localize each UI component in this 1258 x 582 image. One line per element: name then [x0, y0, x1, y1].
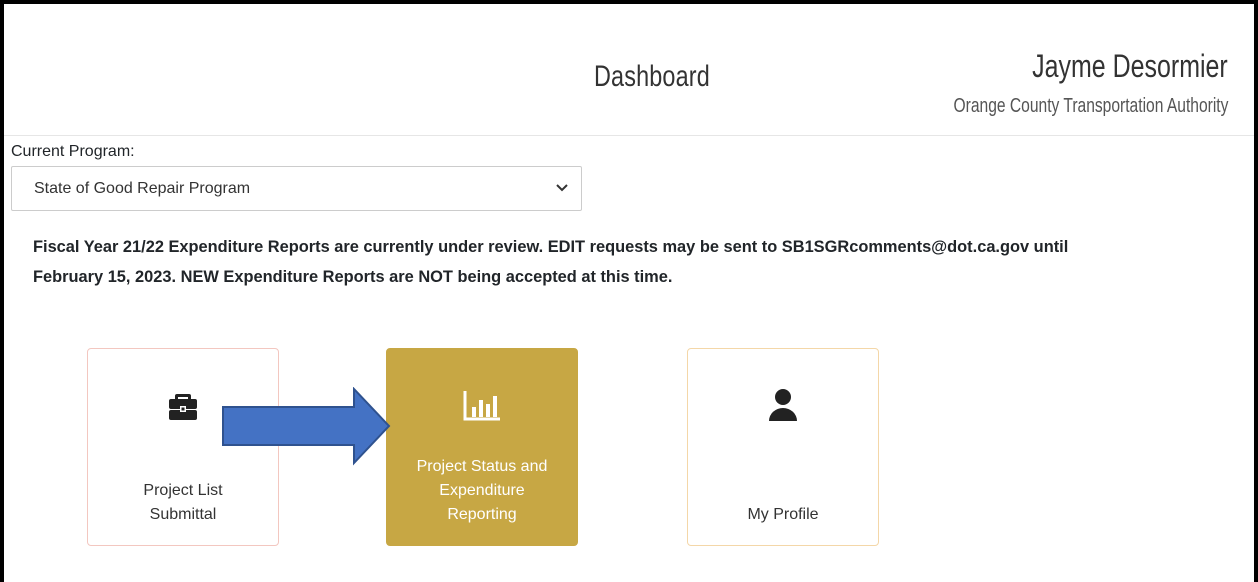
tile-label: Project Status and Expenditure Reporting: [416, 458, 548, 523]
user-icon: [688, 385, 878, 425]
page-header: Dashboard Jayme Desormier Orange County …: [4, 4, 1254, 136]
my-profile-tile[interactable]: My Profile: [687, 348, 879, 546]
project-status-expenditure-tile[interactable]: Project Status and Expenditure Reporting: [386, 348, 578, 546]
annotation-arrow: [222, 387, 391, 466]
user-organization: Orange County Transportation Authority: [953, 95, 1228, 117]
tile-label: Project List Submittal: [143, 482, 223, 523]
current-program-label: Current Program:: [11, 143, 135, 160]
page-title: Dashboard: [594, 60, 710, 93]
program-select[interactable]: State of Good Repair Program: [11, 166, 582, 211]
bar-chart-icon: [387, 385, 577, 425]
notice-line-2: February 15, 2023. NEW Expenditure Repor…: [33, 268, 673, 286]
chevron-down-icon: [556, 184, 568, 192]
program-select-value: State of Good Repair Program: [34, 179, 251, 197]
notice-line-1: Fiscal Year 21/22 Expenditure Reports ar…: [33, 238, 1069, 256]
tile-label: My Profile: [747, 506, 819, 523]
user-name[interactable]: Jayme Desormier: [1032, 48, 1228, 85]
review-notice: Fiscal Year 21/22 Expenditure Reports ar…: [33, 232, 1233, 292]
